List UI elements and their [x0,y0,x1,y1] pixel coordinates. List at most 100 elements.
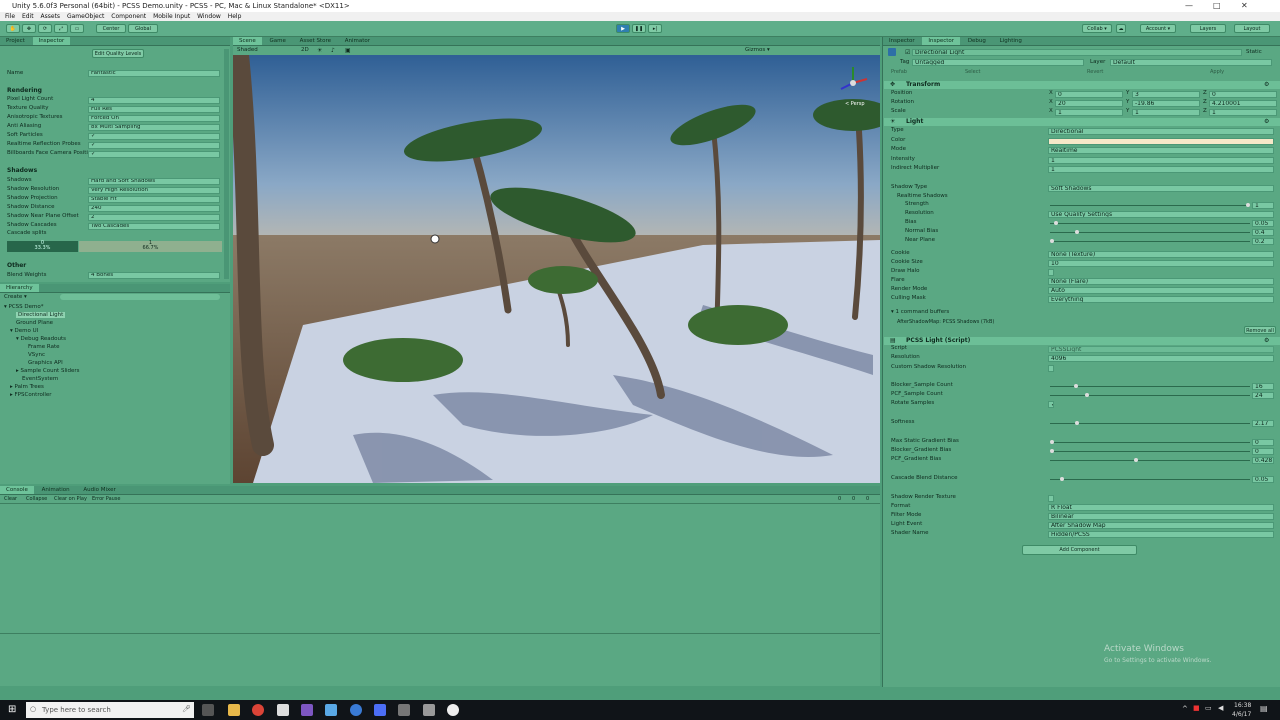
shadows-value[interactable]: Very High Resolution [88,187,220,194]
transform-z-field[interactable]: 4.210001 [1209,100,1277,107]
hierarchy-item[interactable]: ▾ Demo UI [10,328,38,334]
rendering-value[interactable]: 4 [88,97,220,104]
shadow-setting-value[interactable]: 0.05 [1252,220,1274,227]
name-field[interactable]: Fantastic [88,70,220,77]
left-scrollbar[interactable] [224,49,229,279]
menu-window[interactable]: Window [197,13,221,20]
shadows-value[interactable]: Stable Fit [88,196,220,203]
remove-all-button[interactable]: Remove all [1244,326,1276,334]
rect-tool-button[interactable]: ▭ [70,24,84,33]
shadow-setting-slider-knob[interactable] [1246,203,1250,207]
tray-date[interactable]: 4/6/17 [1232,711,1251,718]
scene-viewport[interactable]: < Persp [233,55,880,483]
gradient-bias-slider[interactable] [1050,458,1250,462]
persp-label[interactable]: < Persp [845,101,865,107]
custom-resolution-checkbox[interactable] [1048,365,1054,372]
shadows-value[interactable]: 2 [88,214,220,221]
transform-y-field[interactable]: 1 [1132,109,1200,116]
tray-chevron-icon[interactable]: ^ [1182,705,1188,713]
pivot-center-button[interactable]: Center [96,24,126,33]
hierarchy-search-input[interactable] [60,294,220,300]
pcss-prop-value[interactable]: After Shadow Map [1048,522,1274,529]
cloud-icon[interactable]: ☁ [1116,24,1126,33]
effects-toggle-icon[interactable]: ▣ [345,47,351,54]
light-value[interactable] [1048,137,1274,145]
rendering-value[interactable]: Full Res [88,106,220,113]
prefab-revert-button[interactable]: Revert [1087,69,1103,75]
scale-tool-button[interactable]: ⤢ [54,24,68,33]
network-icon[interactable]: ▭ [1205,704,1212,712]
hierarchy-item[interactable]: ▾ PCSS Demo* [4,304,44,310]
prefab-apply-button[interactable]: Apply [1210,69,1224,75]
gradient-bias-value[interactable]: 0 [1252,439,1274,446]
light-settings-icon[interactable]: ⚙ [1264,118,1269,125]
task-view-icon[interactable] [202,704,214,716]
tab-hierarchy[interactable]: Hierarchy [0,284,39,292]
layer-dropdown[interactable]: Default [1110,59,1272,66]
visual-studio-icon[interactable] [301,704,313,716]
pcss-prop-value[interactable]: Hidden/PCSS [1048,531,1274,538]
rendering-value[interactable]: ✓ [88,151,220,158]
cascade-blend-value[interactable]: 0.05 [1252,476,1274,483]
cascade-split-0[interactable]: 0 33.3% [7,241,78,252]
tab-animator[interactable]: Animator [339,37,376,45]
shadow-render-texture-field[interactable] [1048,495,1054,502]
pivot-global-button[interactable]: Global [128,24,158,33]
account-dropdown[interactable]: Account ▾ [1140,24,1176,33]
light-extra-value[interactable]: None (Flare) [1048,278,1274,285]
hierarchy-item[interactable]: ▾ Debug Readouts [16,336,66,342]
console-clear-on-play-button[interactable]: Clear on Play [54,496,87,502]
menu-gameobject[interactable]: GameObject [67,13,104,20]
pcss-prop-value[interactable]: Bilinear [1048,513,1274,520]
pcss-prop-value[interactable]: R Float [1048,504,1274,511]
volume-icon[interactable]: ◀ [1218,704,1223,712]
gradient-bias-value[interactable]: 0.428 [1252,457,1274,464]
app-icon-11[interactable] [447,704,459,716]
object-name-field[interactable]: Directional Light [912,49,1242,56]
shadow-setting-value[interactable]: 0.4 [1252,229,1274,236]
transform-x-field[interactable]: 20 [1055,100,1123,107]
hierarchy-item[interactable]: VSync [28,352,45,358]
notifications-icon[interactable]: ▤ [1260,704,1268,713]
shadows-value[interactable]: Two Cascades [88,223,220,230]
console-warning-count[interactable]: 0 [852,496,855,502]
component-settings-icon[interactable]: ⚙ [1264,81,1269,88]
gradient-bias-slider-knob[interactable] [1050,440,1054,444]
tab-game[interactable]: Game [264,37,292,45]
softness-slider[interactable] [1050,421,1250,425]
command-buffers-label[interactable]: ▾ 1 command buffers [891,309,949,315]
2d-toggle[interactable]: 2D [301,47,309,53]
audio-toggle-icon[interactable]: ♪ [331,47,335,54]
collab-dropdown[interactable]: Collab ▾ [1082,24,1112,33]
layout-dropdown[interactable]: Layout [1234,24,1270,33]
console-log-count[interactable]: 0 [838,496,841,502]
tab-animation[interactable]: Animation [36,486,76,494]
transform-z-field[interactable]: 0 [1209,91,1277,98]
shadows-value[interactable]: 240 [88,205,220,212]
hierarchy-item[interactable]: ▸ FPSController [10,392,52,398]
tab-asset-store[interactable]: Asset Store [294,37,337,45]
hierarchy-item[interactable]: ▸ Palm Trees [10,384,44,390]
gradient-bias-slider[interactable] [1050,449,1250,453]
hierarchy-item[interactable]: ▸ Sample Count Sliders [16,368,80,374]
maximize-button[interactable]: □ [1213,1,1221,10]
shadows-value[interactable]: Hard and Soft Shadows [88,178,220,185]
shadow-setting-value[interactable]: Use Quality Settings [1048,211,1274,218]
taskbar-search-box[interactable]: ○ Type here to search 🎤︎ [26,702,194,718]
light-extra-value[interactable]: 10 [1048,260,1274,267]
console-collapse-button[interactable]: Collapse [26,496,47,502]
hierarchy-item[interactable]: Frame Rate [28,344,60,350]
edit-quality-levels-button[interactable]: Edit Quality Levels [92,49,144,58]
tab-inspector-2[interactable]: Inspector [922,37,961,45]
blend-weights-dropdown[interactable]: 4 Bones [88,272,220,279]
step-button[interactable]: ▸| [648,24,662,33]
pcss-sample-slider[interactable] [1050,384,1250,388]
console-error-count[interactable]: 0 [866,496,869,502]
light-value[interactable]: 1 [1048,156,1274,164]
tray-time[interactable]: 16:38 [1234,702,1251,709]
prefab-select-button[interactable]: Select [965,69,980,75]
light-value[interactable]: 1 [1048,166,1274,173]
pause-button[interactable]: ❚❚ [632,24,646,33]
softness-value[interactable]: 2.17 [1252,420,1274,427]
menu-assets[interactable]: Assets [41,13,61,20]
